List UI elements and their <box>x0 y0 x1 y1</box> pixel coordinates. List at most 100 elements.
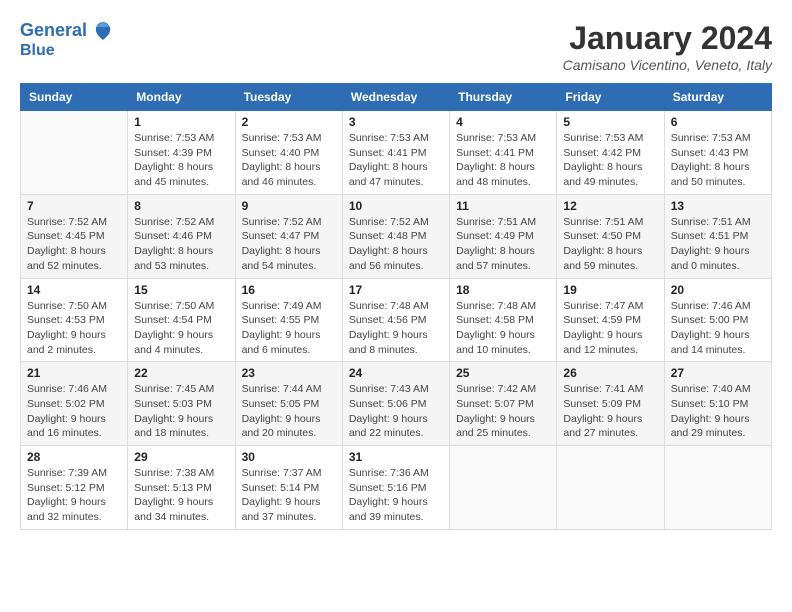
day-number: 17 <box>349 283 443 297</box>
day-number: 11 <box>456 199 550 213</box>
day-detail: Sunrise: 7:52 AMSunset: 4:47 PMDaylight:… <box>242 215 336 274</box>
day-number: 24 <box>349 366 443 380</box>
day-detail: Sunrise: 7:42 AMSunset: 5:07 PMDaylight:… <box>456 382 550 441</box>
calendar-cell: 30 Sunrise: 7:37 AMSunset: 5:14 PMDayligh… <box>235 446 342 530</box>
day-detail: Sunrise: 7:45 AMSunset: 5:03 PMDaylight:… <box>134 382 228 441</box>
calendar-cell: 16 Sunrise: 7:49 AMSunset: 4:55 PMDayligh… <box>235 278 342 362</box>
day-number: 30 <box>242 450 336 464</box>
page-header: General Blue January 2024 Camisano Vicen… <box>20 20 772 73</box>
day-detail: Sunrise: 7:39 AMSunset: 5:12 PMDaylight:… <box>27 466 121 525</box>
day-detail: Sunrise: 7:46 AMSunset: 5:02 PMDaylight:… <box>27 382 121 441</box>
calendar-cell: 21 Sunrise: 7:46 AMSunset: 5:02 PMDayligh… <box>21 362 128 446</box>
day-detail: Sunrise: 7:51 AMSunset: 4:51 PMDaylight:… <box>671 215 765 274</box>
logo-general: General <box>20 20 87 40</box>
calendar-cell: 26 Sunrise: 7:41 AMSunset: 5:09 PMDayligh… <box>557 362 664 446</box>
day-detail: Sunrise: 7:53 AMSunset: 4:43 PMDaylight:… <box>671 131 765 190</box>
weekday-header-monday: Monday <box>128 84 235 111</box>
calendar-cell: 13 Sunrise: 7:51 AMSunset: 4:51 PMDayligh… <box>664 194 771 278</box>
calendar-cell: 31 Sunrise: 7:36 AMSunset: 5:16 PMDayligh… <box>342 446 449 530</box>
week-row-0: 1Sunrise: 7:53 AMSunset: 4:39 PMDaylight… <box>21 111 772 195</box>
calendar-cell: 9 Sunrise: 7:52 AMSunset: 4:47 PMDaylight… <box>235 194 342 278</box>
calendar-cell: 22 Sunrise: 7:45 AMSunset: 5:03 PMDayligh… <box>128 362 235 446</box>
day-detail: Sunrise: 7:46 AMSunset: 5:00 PMDaylight:… <box>671 299 765 358</box>
day-number: 27 <box>671 366 765 380</box>
calendar-cell: 25Sunrise: 7:42 AMSunset: 5:07 PMDayligh… <box>450 362 557 446</box>
day-detail: Sunrise: 7:47 AMSunset: 4:59 PMDaylight:… <box>563 299 657 358</box>
day-number: 21 <box>27 366 121 380</box>
day-detail: Sunrise: 7:53 AMSunset: 4:40 PMDaylight:… <box>242 131 336 190</box>
weekday-header-thursday: Thursday <box>450 84 557 111</box>
day-detail: Sunrise: 7:48 AMSunset: 4:58 PMDaylight:… <box>456 299 550 358</box>
month-year-title: January 2024 <box>563 20 772 57</box>
calendar-cell: 23Sunrise: 7:44 AMSunset: 5:05 PMDayligh… <box>235 362 342 446</box>
day-number: 12 <box>563 199 657 213</box>
day-number: 16 <box>242 283 336 297</box>
calendar-cell: 12 Sunrise: 7:51 AMSunset: 4:50 PMDayligh… <box>557 194 664 278</box>
day-detail: Sunrise: 7:52 AMSunset: 4:48 PMDaylight:… <box>349 215 443 274</box>
calendar-cell: 2 Sunrise: 7:53 AMSunset: 4:40 PMDaylight… <box>235 111 342 195</box>
calendar-cell: 29Sunrise: 7:38 AMSunset: 5:13 PMDayligh… <box>128 446 235 530</box>
calendar-cell: 3Sunrise: 7:53 AMSunset: 4:41 PMDaylight… <box>342 111 449 195</box>
calendar-cell: 11 Sunrise: 7:51 AMSunset: 4:49 PMDayligh… <box>450 194 557 278</box>
weekday-header-row: SundayMondayTuesdayWednesdayThursdayFrid… <box>21 84 772 111</box>
day-number: 28 <box>27 450 121 464</box>
day-detail: Sunrise: 7:49 AMSunset: 4:55 PMDaylight:… <box>242 299 336 358</box>
day-number: 26 <box>563 366 657 380</box>
day-detail: Sunrise: 7:52 AMSunset: 4:46 PMDaylight:… <box>134 215 228 274</box>
calendar-cell: 20 Sunrise: 7:46 AMSunset: 5:00 PMDayligh… <box>664 278 771 362</box>
day-number: 31 <box>349 450 443 464</box>
calendar-cell <box>557 446 664 530</box>
day-number: 5 <box>563 115 657 129</box>
calendar-cell <box>450 446 557 530</box>
day-number: 23 <box>242 366 336 380</box>
logo: General Blue <box>20 20 112 60</box>
day-number: 1 <box>134 115 228 129</box>
calendar-cell: 5 Sunrise: 7:53 AMSunset: 4:42 PMDaylight… <box>557 111 664 195</box>
day-number: 2 <box>242 115 336 129</box>
title-block: January 2024 Camisano Vicentino, Veneto,… <box>563 20 772 73</box>
week-row-1: 7Sunrise: 7:52 AMSunset: 4:45 PMDaylight… <box>21 194 772 278</box>
day-number: 20 <box>671 283 765 297</box>
logo-text: General <box>20 20 112 42</box>
weekday-header-tuesday: Tuesday <box>235 84 342 111</box>
day-number: 9 <box>242 199 336 213</box>
day-detail: Sunrise: 7:40 AMSunset: 5:10 PMDaylight:… <box>671 382 765 441</box>
calendar-table: SundayMondayTuesdayWednesdayThursdayFrid… <box>20 83 772 530</box>
calendar-cell: 14Sunrise: 7:50 AMSunset: 4:53 PMDayligh… <box>21 278 128 362</box>
day-detail: Sunrise: 7:51 AMSunset: 4:49 PMDaylight:… <box>456 215 550 274</box>
day-detail: Sunrise: 7:53 AMSunset: 4:42 PMDaylight:… <box>563 131 657 190</box>
day-detail: Sunrise: 7:50 AMSunset: 4:54 PMDaylight:… <box>134 299 228 358</box>
day-number: 22 <box>134 366 228 380</box>
calendar-cell <box>664 446 771 530</box>
day-number: 4 <box>456 115 550 129</box>
day-detail: Sunrise: 7:43 AMSunset: 5:06 PMDaylight:… <box>349 382 443 441</box>
day-detail: Sunrise: 7:53 AMSunset: 4:41 PMDaylight:… <box>456 131 550 190</box>
day-number: 8 <box>134 199 228 213</box>
day-detail: Sunrise: 7:48 AMSunset: 4:56 PMDaylight:… <box>349 299 443 358</box>
calendar-cell: 10 Sunrise: 7:52 AMSunset: 4:48 PMDayligh… <box>342 194 449 278</box>
calendar-cell: 8 Sunrise: 7:52 AMSunset: 4:46 PMDaylight… <box>128 194 235 278</box>
day-detail: Sunrise: 7:37 AMSunset: 5:14 PMDaylight:… <box>242 466 336 525</box>
weekday-header-wednesday: Wednesday <box>342 84 449 111</box>
day-number: 10 <box>349 199 443 213</box>
day-number: 13 <box>671 199 765 213</box>
day-detail: Sunrise: 7:36 AMSunset: 5:16 PMDaylight:… <box>349 466 443 525</box>
weekday-header-saturday: Saturday <box>664 84 771 111</box>
day-detail: Sunrise: 7:51 AMSunset: 4:50 PMDaylight:… <box>563 215 657 274</box>
calendar-cell: 17 Sunrise: 7:48 AMSunset: 4:56 PMDayligh… <box>342 278 449 362</box>
calendar-cell: 4 Sunrise: 7:53 AMSunset: 4:41 PMDaylight… <box>450 111 557 195</box>
day-detail: Sunrise: 7:53 AMSunset: 4:41 PMDaylight:… <box>349 131 443 190</box>
day-number: 15 <box>134 283 228 297</box>
calendar-cell: 24 Sunrise: 7:43 AMSunset: 5:06 PMDayligh… <box>342 362 449 446</box>
calendar-cell: 27 Sunrise: 7:40 AMSunset: 5:10 PMDayligh… <box>664 362 771 446</box>
day-detail: Sunrise: 7:41 AMSunset: 5:09 PMDaylight:… <box>563 382 657 441</box>
weekday-header-friday: Friday <box>557 84 664 111</box>
calendar-cell <box>21 111 128 195</box>
logo-bird-icon <box>94 20 112 42</box>
day-number: 7 <box>27 199 121 213</box>
week-row-4: 28 Sunrise: 7:39 AMSunset: 5:12 PMDayligh… <box>21 446 772 530</box>
day-number: 14 <box>27 283 121 297</box>
day-number: 29 <box>134 450 228 464</box>
weekday-header-sunday: Sunday <box>21 84 128 111</box>
calendar-cell: 1Sunrise: 7:53 AMSunset: 4:39 PMDaylight… <box>128 111 235 195</box>
